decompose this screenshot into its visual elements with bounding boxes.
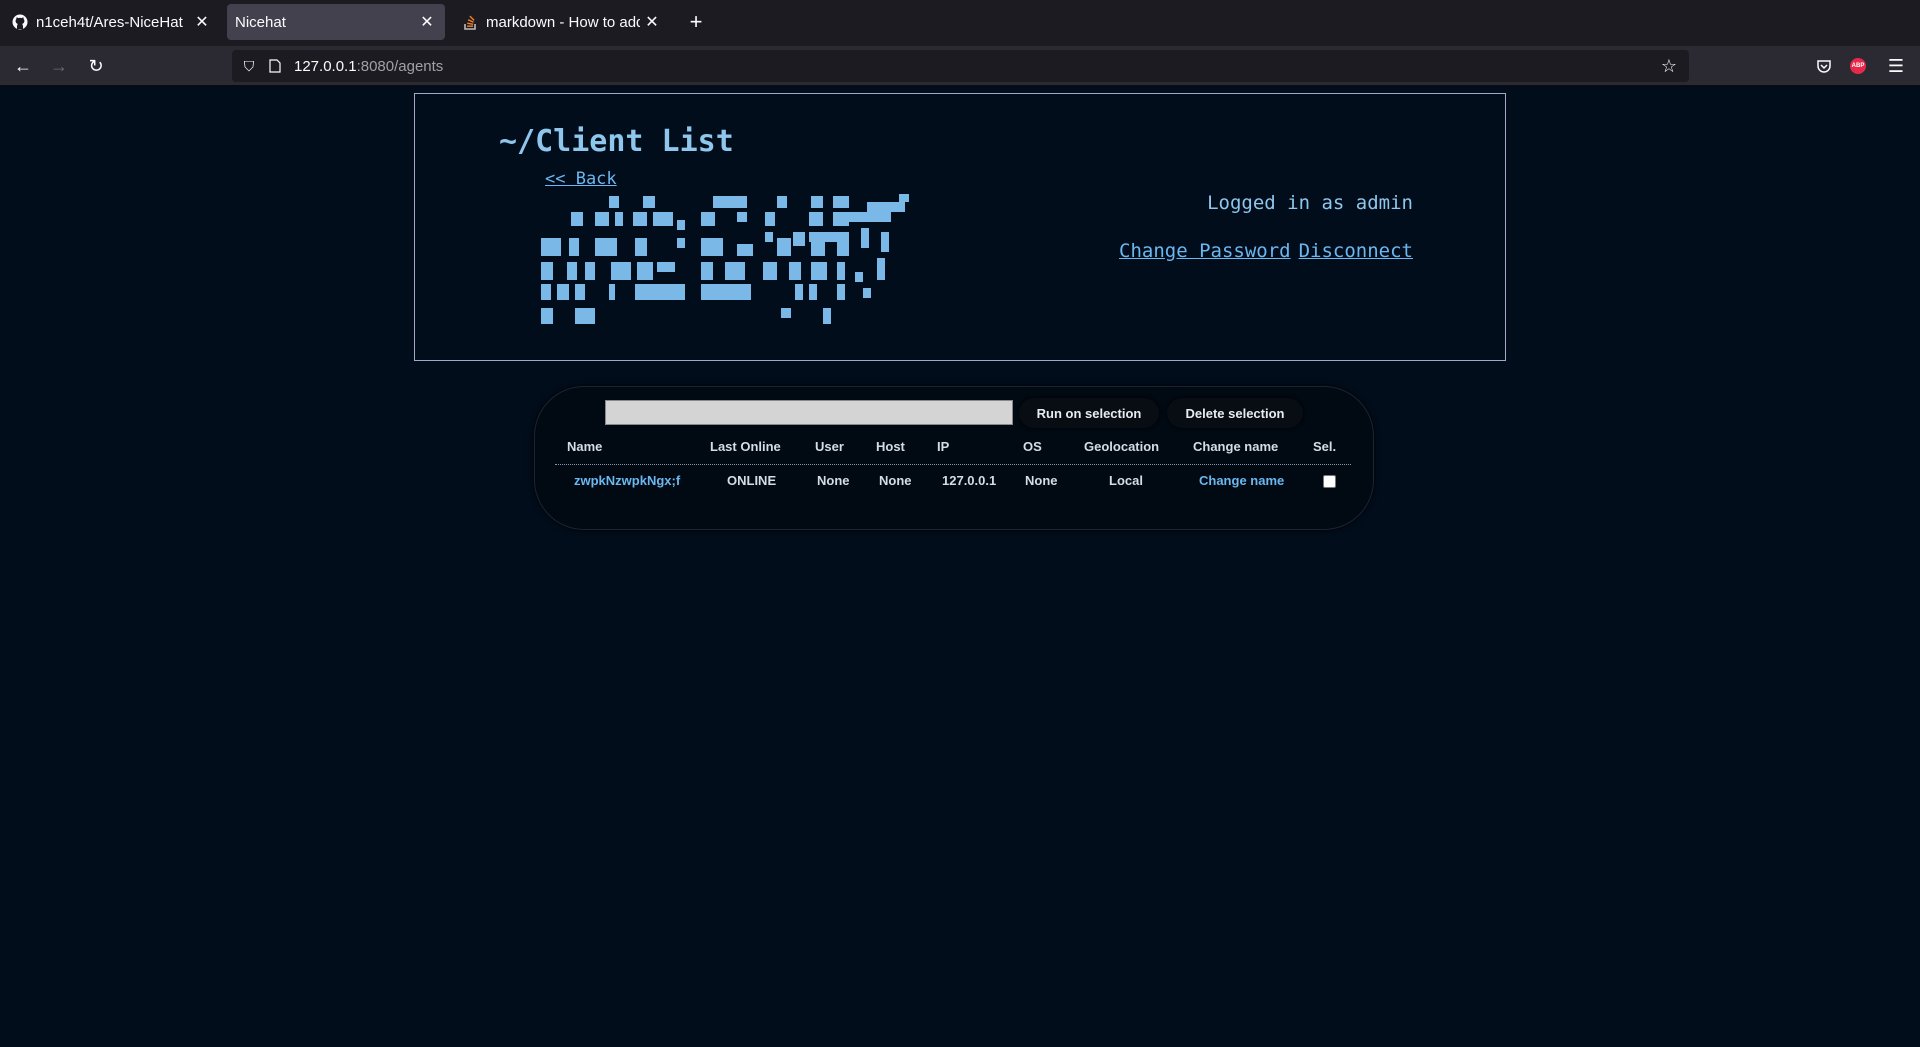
stackoverflow-icon	[462, 14, 478, 30]
header-user: User	[815, 439, 844, 454]
agent-os: None	[1025, 473, 1058, 488]
header-divider	[555, 464, 1351, 465]
agent-host: None	[879, 473, 912, 488]
github-icon	[12, 14, 28, 30]
disconnect-link[interactable]: Disconnect	[1299, 240, 1413, 262]
agent-last-online: ONLINE	[727, 473, 777, 488]
header-select: Sel.	[1313, 439, 1337, 454]
change-password-link[interactable]: Change Password	[1119, 240, 1291, 262]
url-text: 127.0.0.1:8080/agents	[294, 57, 444, 75]
page-title: ~/Client List	[499, 124, 734, 159]
forward-arrow-icon[interactable]: →	[45, 52, 73, 80]
header-ip: IP	[937, 439, 950, 454]
tab-nicehat[interactable]: Nicehat ✕	[227, 4, 445, 40]
shield-icon[interactable]: ⛉	[240, 58, 258, 75]
account-links: Change Password Disconnect	[1111, 240, 1413, 262]
agent-user: None	[817, 473, 850, 488]
tab-stackoverflow[interactable]: markdown - How to add im ✕	[452, 4, 670, 40]
command-input[interactable]	[605, 400, 1013, 425]
browser-tab-bar: n1ceh4t/Ares-NiceHat ✕ Nicehat ✕ markdow…	[0, 0, 1920, 46]
agent-name-link[interactable]: zwpkNzwpkNgx;f	[574, 473, 680, 488]
logged-in-status: Logged in as admin	[1207, 192, 1413, 214]
header-name: Name	[567, 439, 603, 454]
change-name-link[interactable]: Change name	[1199, 473, 1284, 488]
back-arrow-icon[interactable]: ←	[9, 52, 37, 80]
header-last-online: Last Online	[710, 439, 781, 454]
close-icon[interactable]: ✕	[640, 10, 664, 34]
header-change-name: Change name	[1193, 439, 1279, 454]
tab-label: markdown - How to add im	[486, 13, 640, 31]
delete-selection-button[interactable]: Delete selection	[1167, 398, 1303, 428]
run-on-selection-button[interactable]: Run on selection	[1019, 398, 1159, 428]
back-link[interactable]: << Back	[545, 169, 617, 189]
new-tab-button[interactable]: +	[682, 8, 710, 36]
bookmark-star-icon[interactable]: ☆	[1657, 54, 1681, 78]
close-icon[interactable]: ✕	[415, 10, 439, 34]
close-icon[interactable]: ✕	[190, 10, 214, 34]
agent-ip: 127.0.0.1	[942, 473, 997, 488]
adblock-icon[interactable]: ABP	[1850, 58, 1866, 74]
reload-icon[interactable]: ↻	[82, 52, 110, 80]
agent-geolocation: Local	[1109, 473, 1143, 488]
header-panel: ~/Client List << Back Logged in as admin…	[414, 93, 1506, 361]
pocket-icon[interactable]	[1810, 52, 1838, 80]
nicehat-logo	[537, 192, 977, 337]
header-host: Host	[876, 439, 905, 454]
browser-nav-bar: ← → ↻ ⛉ 127.0.0.1:8080/agents ☆ ABP ☰	[0, 46, 1920, 86]
tab-github[interactable]: n1ceh4t/Ares-NiceHat ✕	[2, 4, 220, 40]
tab-label: n1ceh4t/Ares-NiceHat	[36, 13, 183, 31]
address-bar[interactable]: ⛉ 127.0.0.1:8080/agents ☆	[232, 50, 1689, 82]
header-os: OS	[1023, 439, 1042, 454]
page-icon[interactable]	[266, 59, 284, 73]
agent-select-checkbox[interactable]	[1323, 475, 1336, 488]
menu-icon[interactable]: ☰	[1882, 52, 1910, 80]
tab-label: Nicehat	[235, 13, 286, 31]
agents-panel: Run on selection Delete selection Name L…	[534, 386, 1374, 530]
header-geolocation: Geolocation	[1084, 439, 1160, 454]
